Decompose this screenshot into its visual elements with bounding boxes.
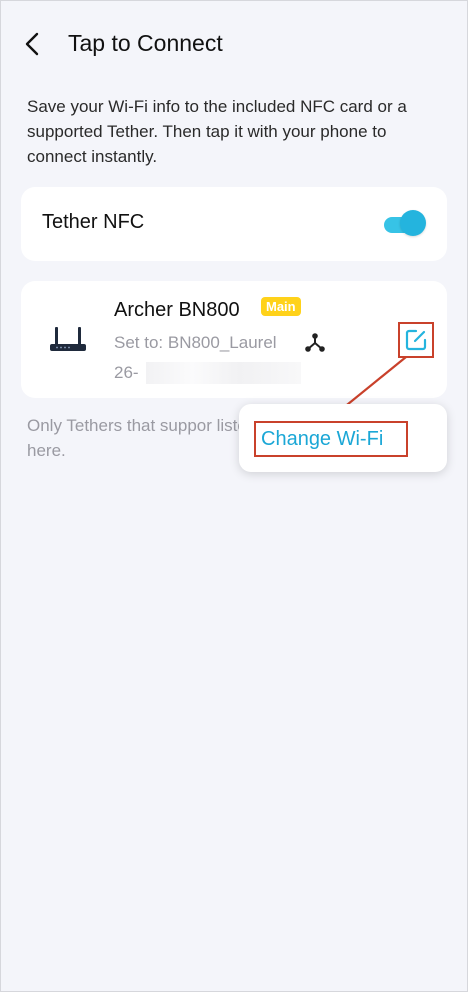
main-badge: Main xyxy=(261,297,301,316)
tether-nfc-toggle[interactable] xyxy=(384,210,426,236)
device-name: Archer BN800 xyxy=(114,299,240,321)
edit-button[interactable] xyxy=(398,322,434,358)
tether-nfc-label: Tether NFC xyxy=(42,211,145,233)
popup-menu: Change Wi-Fi xyxy=(239,404,447,472)
device-card[interactable]: Archer BN800 Main Set to: BN800_Laurel 2… xyxy=(21,281,447,398)
note-text: Only Tethers that suppor listed here. xyxy=(27,416,257,460)
router-icon xyxy=(50,327,86,351)
page-title: Tap to Connect xyxy=(68,30,223,56)
device-serial: 26- xyxy=(114,363,139,382)
device-set-to: Set to: BN800_Laurel xyxy=(114,333,277,352)
change-wifi-menu-item[interactable]: Change Wi-Fi xyxy=(254,421,408,457)
toggle-knob xyxy=(400,210,426,236)
back-button[interactable] xyxy=(20,30,48,58)
redacted-serial xyxy=(146,362,301,384)
description-text: Save your Wi-Fi info to the included NFC… xyxy=(27,97,407,166)
chevron-left-icon xyxy=(25,32,39,56)
edit-icon xyxy=(405,329,427,351)
mesh-network-icon xyxy=(305,333,325,352)
